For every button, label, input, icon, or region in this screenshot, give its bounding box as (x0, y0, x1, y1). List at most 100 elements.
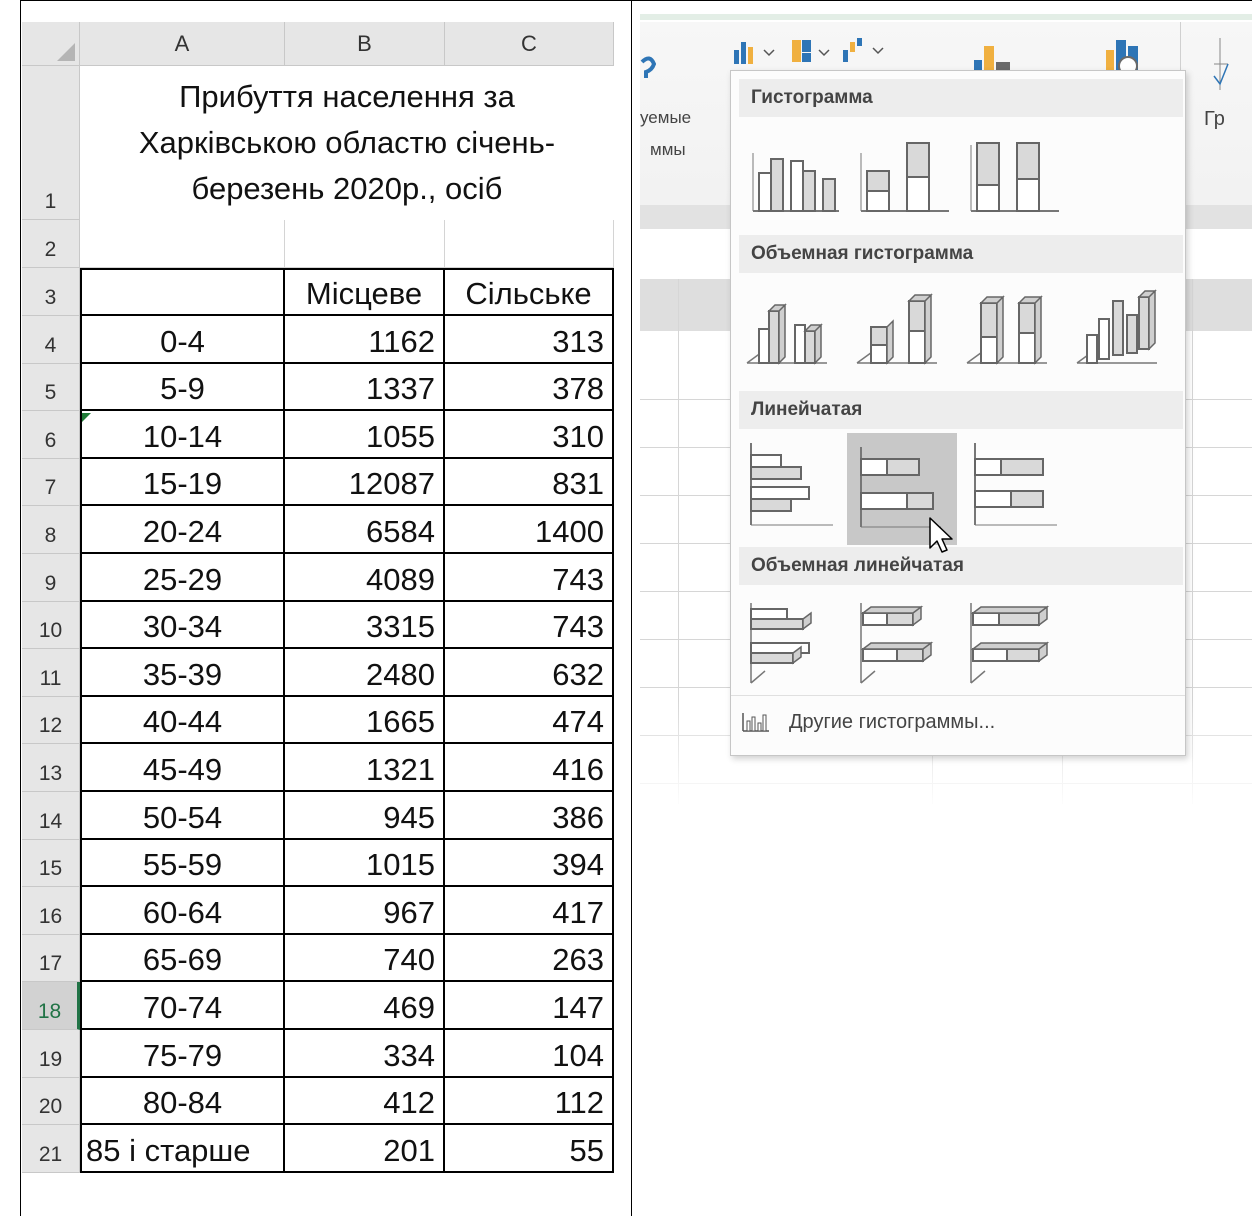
cell-b5[interactable]: 1337 (285, 363, 445, 412)
cell-c3[interactable]: Сільське (445, 268, 614, 316)
cell-b7[interactable]: 12087 (285, 458, 445, 507)
row-header[interactable]: 17 (22, 934, 80, 983)
row-header[interactable]: 18 (22, 982, 80, 1030)
stacked-100-bar-option[interactable] (963, 433, 1067, 537)
cell-c16[interactable]: 417 (445, 887, 614, 935)
3d-stacked-100-bar-option[interactable] (963, 591, 1067, 695)
cell-b9[interactable]: 4089 (285, 554, 445, 602)
cell-c15[interactable]: 394 (445, 839, 614, 888)
cell-b14[interactable]: 945 (285, 792, 445, 840)
cell-a13[interactable]: 45-49 (80, 744, 285, 792)
cell-a21[interactable]: 85 і старше (80, 1125, 285, 1173)
cell-c17[interactable]: 263 (445, 934, 614, 983)
row-header[interactable]: 7 (22, 458, 80, 507)
select-all-corner[interactable] (22, 22, 80, 66)
cell-a15[interactable]: 55-59 (80, 839, 285, 888)
row-header[interactable]: 10 (22, 601, 80, 650)
cell-a3[interactable] (80, 268, 285, 316)
cell-a9[interactable]: 25-29 (80, 554, 285, 602)
3d-clustered-bar-option[interactable] (743, 591, 847, 695)
column-header-a[interactable]: A (80, 22, 285, 66)
cell-a14[interactable]: 50-54 (80, 792, 285, 840)
clustered-bar-option[interactable] (743, 433, 847, 537)
cell-c8[interactable]: 1400 (445, 506, 614, 554)
cell-b18[interactable]: 469 (285, 982, 445, 1030)
cell-b21[interactable]: 201 (285, 1125, 445, 1173)
cell-c19[interactable]: 104 (445, 1030, 614, 1078)
row-header[interactable]: 13 (22, 744, 80, 792)
sparkline-button[interactable] (1212, 36, 1242, 92)
cell-b19[interactable]: 334 (285, 1030, 445, 1078)
cell-c18[interactable]: 147 (445, 982, 614, 1030)
cell-a8[interactable]: 20-24 (80, 506, 285, 554)
cell-a18[interactable]: 70-74 (80, 982, 285, 1030)
cell-c2[interactable] (445, 220, 614, 268)
cell-b8[interactable]: 6584 (285, 506, 445, 554)
3d-column-option[interactable] (1073, 279, 1177, 383)
cell-b2[interactable] (285, 220, 445, 268)
cell-c4[interactable]: 313 (445, 316, 614, 364)
3d-clustered-column-option[interactable] (743, 279, 847, 383)
row-header[interactable]: 2 (22, 220, 80, 268)
cell-b15[interactable]: 1015 (285, 839, 445, 888)
row-header[interactable]: 11 (22, 649, 80, 697)
cell-a6[interactable]: 10-14 (80, 411, 285, 459)
cell-c21[interactable]: 55 (445, 1125, 614, 1173)
cell-c12[interactable]: 474 (445, 696, 614, 745)
cell-c6[interactable]: 310 (445, 411, 614, 459)
cell-a16[interactable]: 60-64 (80, 887, 285, 935)
clustered-column-option[interactable] (743, 123, 847, 227)
cell-a12[interactable]: 40-44 (80, 696, 285, 745)
cell-a17[interactable]: 65-69 (80, 934, 285, 983)
column-header-b[interactable]: B (285, 22, 445, 66)
histogram-chart-button[interactable] (732, 38, 778, 64)
error-indicator-icon[interactable] (82, 413, 91, 423)
stacked-100-column-option[interactable] (963, 123, 1067, 227)
cell-b6[interactable]: 1055 (285, 411, 445, 459)
row-header[interactable]: 1 (22, 66, 80, 220)
sheet-title-cell[interactable]: Прибуття населення за Харківською област… (80, 66, 614, 220)
row-header[interactable]: 19 (22, 1030, 80, 1078)
cell-a19[interactable]: 75-79 (80, 1030, 285, 1078)
row-header[interactable]: 9 (22, 554, 80, 602)
row-header[interactable]: 8 (22, 506, 80, 554)
row-header[interactable]: 15 (22, 839, 80, 888)
hierarchy-chart-button[interactable] (790, 38, 834, 64)
cell-a11[interactable]: 35-39 (80, 649, 285, 697)
cell-a7[interactable]: 15-19 (80, 458, 285, 507)
row-header[interactable]: 4 (22, 316, 80, 364)
cell-b17[interactable]: 740 (285, 934, 445, 983)
waterfall-chart-button[interactable] (840, 36, 888, 64)
3d-stacked-bar-option[interactable] (853, 591, 957, 695)
row-header[interactable]: 21 (22, 1125, 80, 1173)
row-header[interactable]: 12 (22, 696, 80, 745)
row-header[interactable]: 6 (22, 411, 80, 459)
cell-c9[interactable]: 743 (445, 554, 614, 602)
row-header[interactable]: 3 (22, 268, 80, 316)
stacked-column-option[interactable] (853, 123, 957, 227)
cell-b16[interactable]: 967 (285, 887, 445, 935)
cell-a2[interactable] (80, 220, 285, 268)
cell-c7[interactable]: 831 (445, 458, 614, 507)
cell-a20[interactable]: 80-84 (80, 1077, 285, 1126)
3d-stacked-100-column-option[interactable] (963, 279, 1067, 383)
cell-c5[interactable]: 378 (445, 363, 614, 412)
row-header[interactable]: 20 (22, 1077, 80, 1126)
column-header-c[interactable]: C (445, 22, 614, 66)
row-header[interactable]: 16 (22, 887, 80, 935)
cell-b3[interactable]: Місцеве (285, 268, 445, 316)
cell-c14[interactable]: 386 (445, 792, 614, 840)
cell-c11[interactable]: 632 (445, 649, 614, 697)
cell-b11[interactable]: 2480 (285, 649, 445, 697)
cell-b20[interactable]: 412 (285, 1077, 445, 1126)
cell-a10[interactable]: 30-34 (80, 601, 285, 650)
cell-b13[interactable]: 1321 (285, 744, 445, 792)
cell-b12[interactable]: 1665 (285, 696, 445, 745)
more-column-charts-item[interactable]: Другие гистограммы... (737, 701, 1181, 743)
cell-c13[interactable]: 416 (445, 744, 614, 792)
cell-a5[interactable]: 5-9 (80, 363, 285, 412)
cell-b4[interactable]: 1162 (285, 316, 445, 364)
3d-stacked-column-option[interactable] (853, 279, 957, 383)
row-header[interactable]: 14 (22, 792, 80, 840)
row-header[interactable]: 5 (22, 363, 80, 412)
